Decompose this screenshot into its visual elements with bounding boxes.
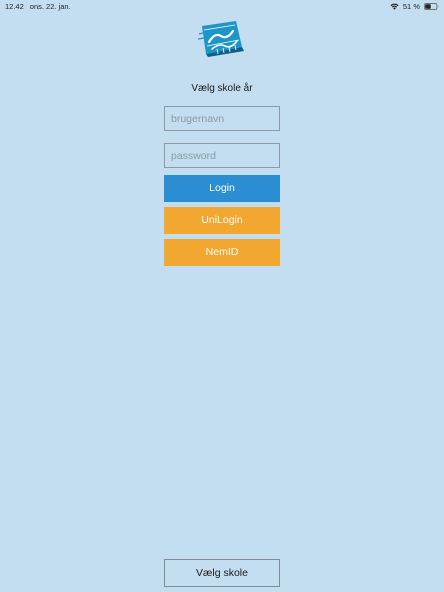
battery-fill	[425, 4, 431, 9]
nemid-button[interactable]: NemID	[164, 239, 280, 266]
unilogin-button[interactable]: UniLogin	[164, 207, 280, 234]
status-bar: 12.42 ons. 22. jan. 51 %	[0, 0, 444, 12]
wifi-icon	[390, 3, 399, 10]
status-left: 12.42 ons. 22. jan.	[5, 2, 71, 11]
battery-icon	[424, 3, 439, 10]
choose-school-button[interactable]: Vælg skole	[164, 559, 280, 587]
password-field[interactable]	[164, 143, 280, 168]
page-subtitle: Vælg skole år	[191, 83, 253, 94]
skoleplan-logo	[195, 20, 247, 58]
username-field[interactable]	[164, 106, 280, 131]
skoleplan-logo-icon	[197, 21, 244, 57]
login-button[interactable]: Login	[164, 175, 280, 202]
status-date: ons. 22. jan.	[29, 2, 71, 11]
battery-percent: 51 %	[402, 2, 420, 11]
status-time: 12.42	[5, 2, 24, 11]
status-right: 51 %	[390, 2, 439, 11]
